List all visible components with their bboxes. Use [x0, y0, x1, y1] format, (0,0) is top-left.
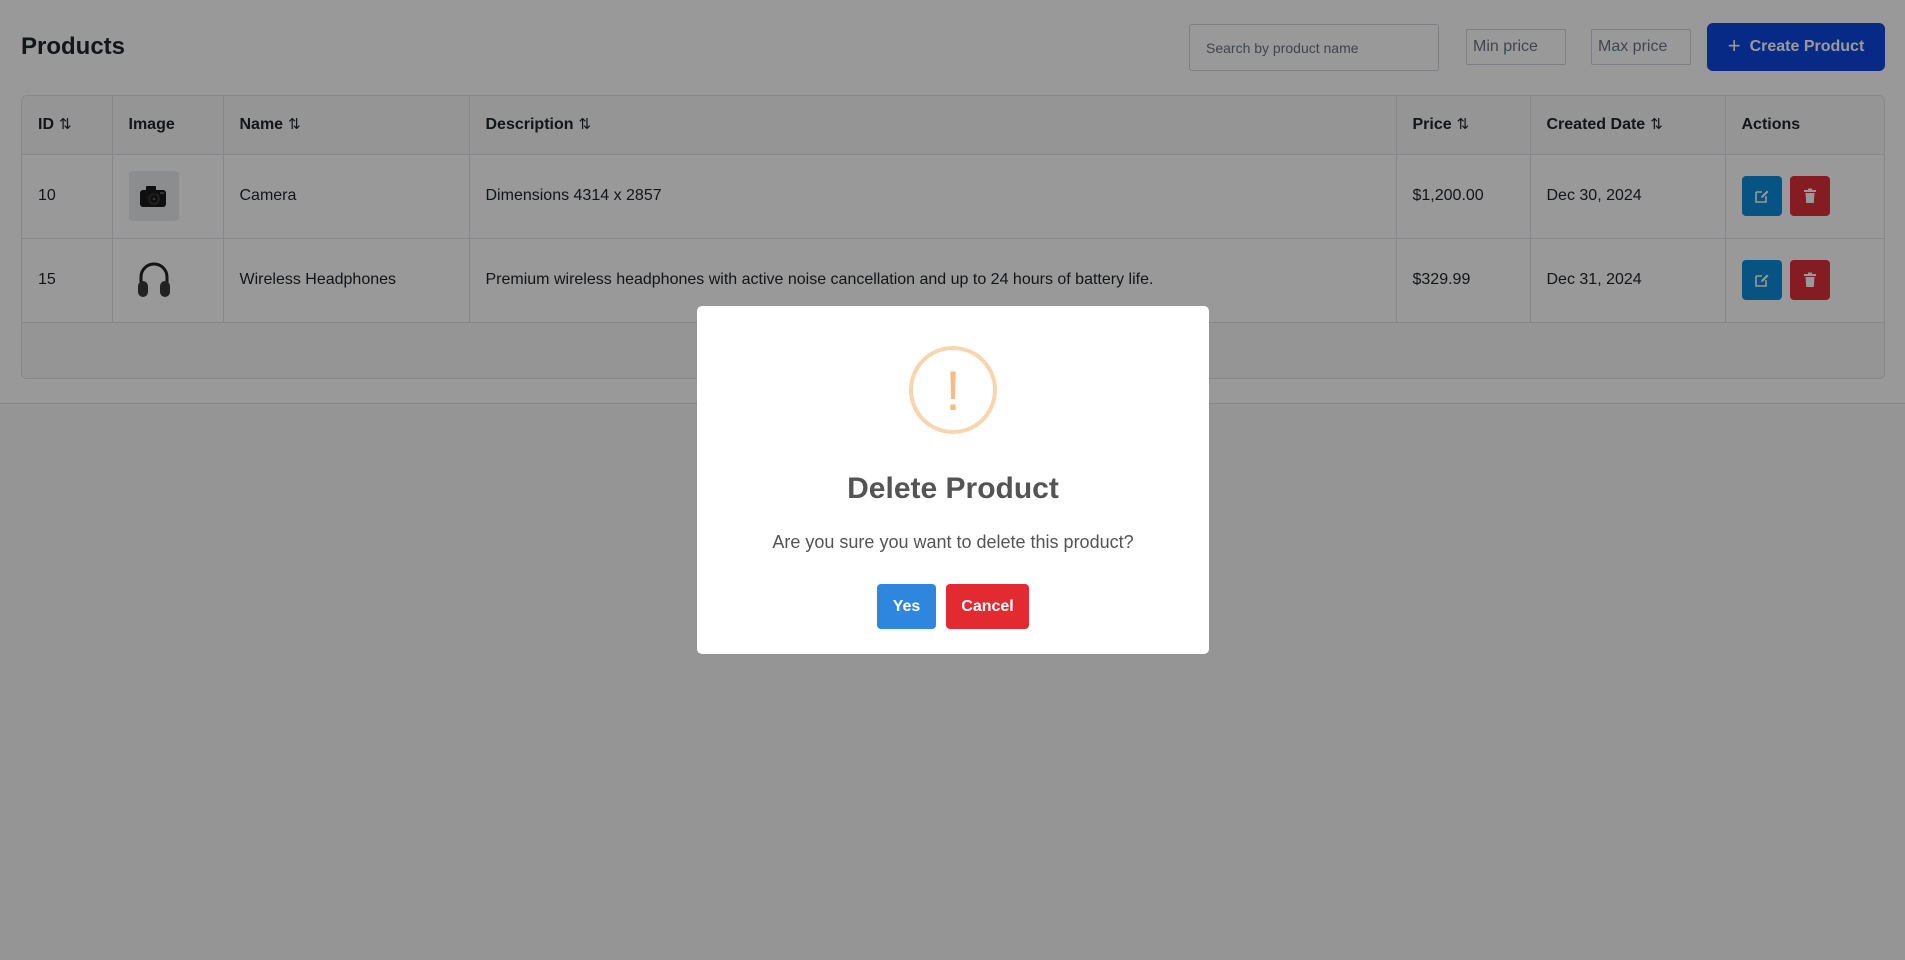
dialog-title: Delete Product: [847, 472, 1059, 505]
warning-icon: !: [909, 346, 997, 434]
dialog-actions: Yes Cancel: [697, 584, 1209, 629]
delete-confirm-dialog: ! Delete Product Are you sure you want t…: [697, 306, 1209, 654]
cancel-button[interactable]: Cancel: [946, 584, 1029, 629]
dialog-message: Are you sure you want to delete this pro…: [772, 532, 1134, 552]
confirm-yes-button[interactable]: Yes: [877, 584, 936, 629]
